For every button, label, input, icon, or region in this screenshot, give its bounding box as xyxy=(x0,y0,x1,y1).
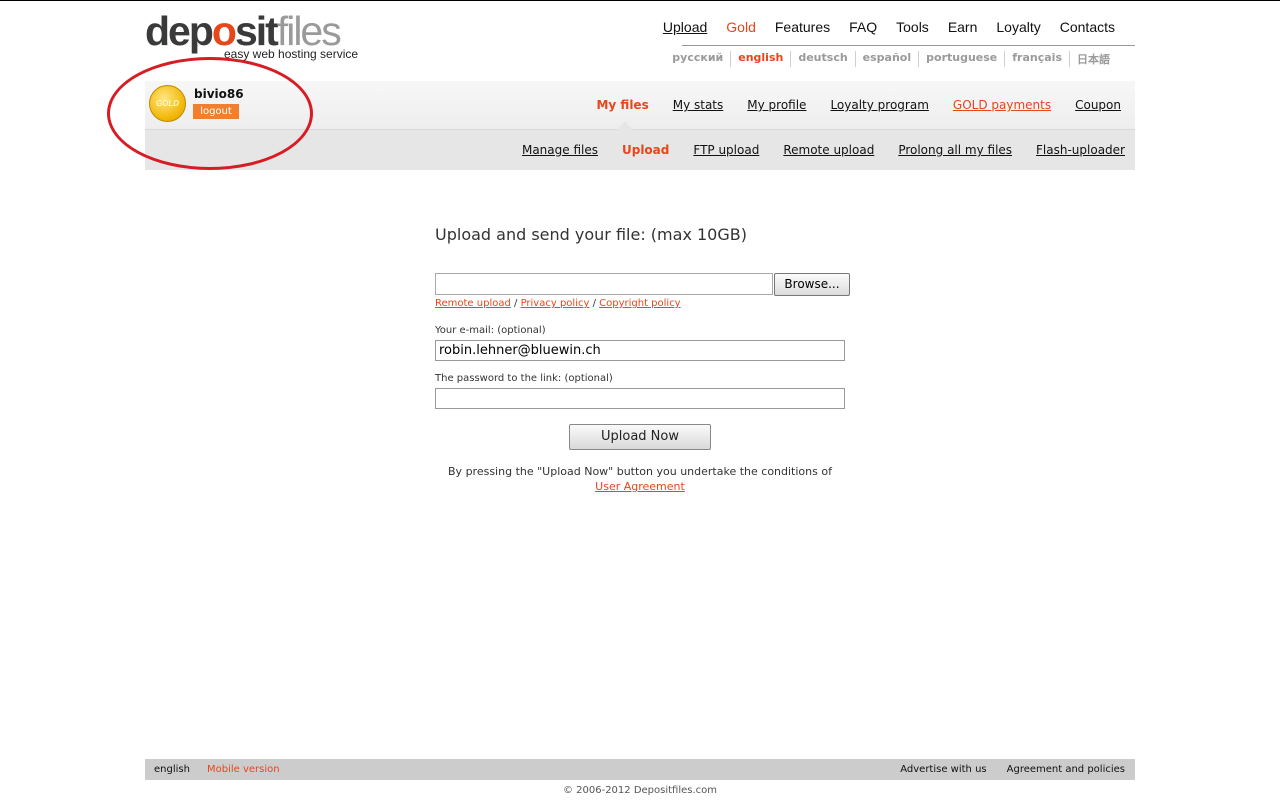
email-label: Your e-mail: (optional) xyxy=(435,325,546,336)
copyright-text: © 2006-2012 Depositfiles.com xyxy=(562,785,718,796)
browse-button[interactable]: Browse... xyxy=(774,273,850,296)
file-path-input[interactable] xyxy=(435,273,773,295)
mainnav-link-my-files[interactable]: My files xyxy=(596,98,648,112)
policy-links: Remote upload / Privacy policy / Copyrig… xyxy=(435,298,681,309)
topnav-link-tools[interactable]: Tools xyxy=(896,19,929,35)
language-selector: русский english deutsch español portuguese fr… xyxy=(665,51,1117,67)
subnav-link-prolong-all-my-files[interactable]: Prolong all my files xyxy=(898,143,1012,157)
subnav-link-ftp-upload[interactable]: FTP upload xyxy=(693,143,759,157)
footer-language[interactable]: english xyxy=(154,759,190,780)
advertise-link[interactable]: Advertise with us xyxy=(900,759,986,780)
subnav-link-manage-files[interactable]: Manage files xyxy=(522,143,598,157)
logo-tagline: easy web hosting service xyxy=(224,47,359,61)
footer-links: Advertise with us Agreement and policies xyxy=(880,759,1125,780)
subnav-link-remote-upload[interactable]: Remote upload xyxy=(783,143,874,157)
upload-title: Upload and send your file: (max 10GB) xyxy=(435,225,747,244)
topnav-link-loyalty[interactable]: Loyalty xyxy=(996,19,1040,35)
language-option[interactable]: español xyxy=(854,51,918,67)
topnav-link-contacts[interactable]: Contacts xyxy=(1060,19,1115,35)
mobile-version-link[interactable]: Mobile version xyxy=(207,759,280,780)
footer-bar: english Mobile version Advertise with us… xyxy=(145,759,1135,780)
language-option[interactable]: français xyxy=(1004,51,1069,67)
language-option[interactable]: deutsch xyxy=(790,51,854,67)
remote-upload-link[interactable]: Remote upload xyxy=(435,298,511,309)
page-container: depositfiles easy web hosting service Up… xyxy=(107,0,1135,800)
email-field[interactable]: robin.lehner@bluewin.ch xyxy=(435,340,845,361)
link-separator: / xyxy=(589,298,600,309)
terms-text: By pressing the "Upload Now" button you … xyxy=(448,465,832,478)
language-option[interactable]: русский xyxy=(665,51,730,67)
topnav-link-features[interactable]: Features xyxy=(775,19,830,35)
subnav-link-flash-uploader[interactable]: Flash-uploader xyxy=(1036,143,1125,157)
mainnav-link-my-stats[interactable]: My stats xyxy=(673,98,724,112)
file-picker: Browse... xyxy=(435,273,850,296)
mainnav-link-gold-payments[interactable]: GOLD payments xyxy=(953,98,1051,112)
site-logo[interactable]: depositfiles easy web hosting service xyxy=(145,8,385,64)
main-navigation: My files My stats My profile Loyalty progra… xyxy=(572,98,1121,112)
user-agreement-link[interactable]: User Agreement xyxy=(595,480,685,493)
topnav-link-earn[interactable]: Earn xyxy=(948,19,978,35)
privacy-policy-link[interactable]: Privacy policy xyxy=(521,298,590,309)
password-field[interactable] xyxy=(435,388,845,409)
mainnav-link-loyalty-program[interactable]: Loyalty program xyxy=(830,98,928,112)
upload-now-button[interactable]: Upload Now xyxy=(569,424,711,450)
sub-navigation: Manage files Upload FTP upload Remote uploa… xyxy=(498,143,1125,157)
subnav-link-upload[interactable]: Upload xyxy=(622,143,669,157)
link-separator: / xyxy=(510,298,521,309)
language-option[interactable]: portuguese xyxy=(918,51,1004,67)
mainnav-link-coupon[interactable]: Coupon xyxy=(1075,98,1121,112)
topnav-link-upload[interactable]: Upload xyxy=(663,19,707,35)
language-option[interactable]: 日本語 xyxy=(1069,51,1117,67)
topnav-link-gold[interactable]: Gold xyxy=(726,19,756,35)
upload-form: Upload and send your file: (max 10GB) Br… xyxy=(435,225,855,493)
top-nav-divider xyxy=(682,45,1135,46)
mainnav-link-my-profile[interactable]: My profile xyxy=(747,98,806,112)
password-label: The password to the link: (optional) xyxy=(435,373,613,384)
topnav-link-faq[interactable]: FAQ xyxy=(849,19,877,35)
copyright-policy-link[interactable]: Copyright policy xyxy=(599,298,680,309)
agreement-link[interactable]: Agreement and policies xyxy=(1007,759,1125,780)
terms-notice: By pressing the "Upload Now" button you … xyxy=(425,464,855,494)
active-tab-pointer xyxy=(617,121,633,130)
top-navigation: Upload Gold Features FAQ Tools Earn Loyalty Con… xyxy=(644,19,1115,35)
language-option[interactable]: english xyxy=(730,51,790,67)
annotation-circle xyxy=(107,57,313,170)
